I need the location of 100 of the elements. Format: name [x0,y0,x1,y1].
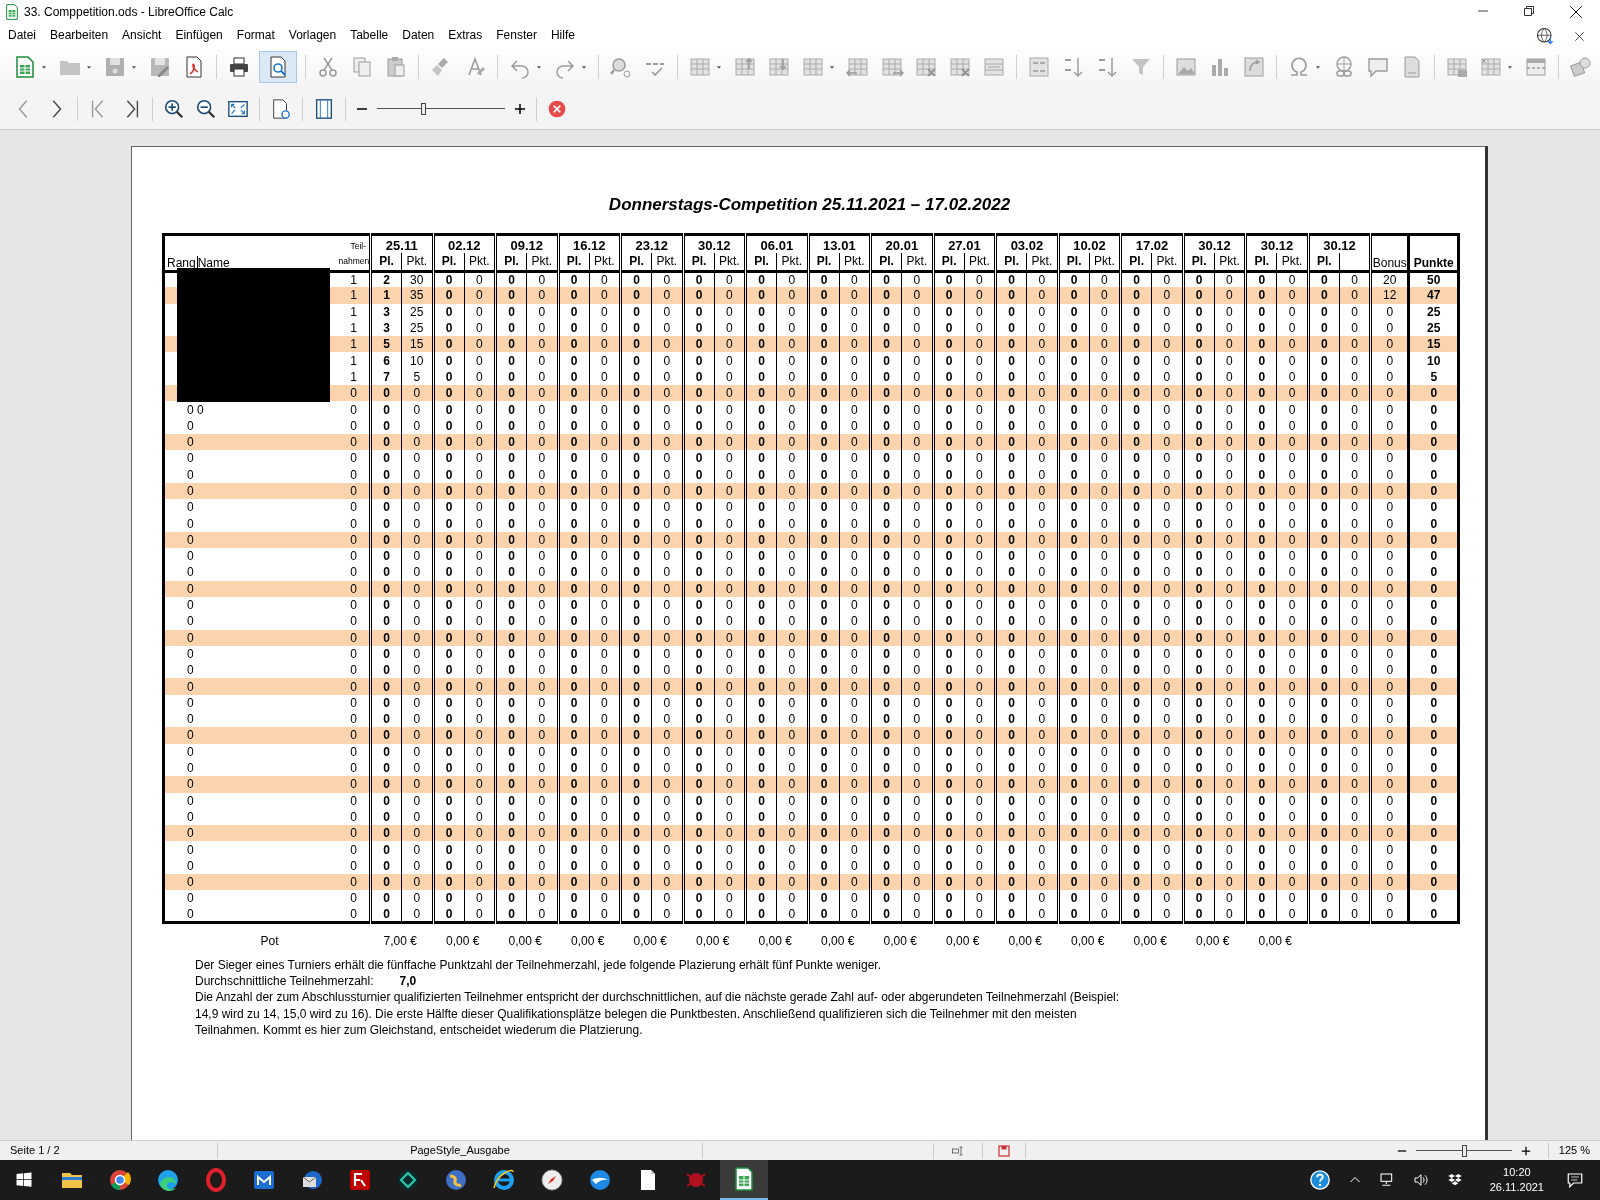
table-cell: 0 [1163,484,1171,498]
table-cell: 0 [633,321,640,336]
document-modified-icon[interactable] [998,1144,1010,1157]
table-cell: 0 [883,451,890,466]
save-icon[interactable] [103,55,127,79]
table-cell: 0 [1163,500,1171,515]
globe-icon[interactable] [1536,27,1554,45]
zoom-in-icon[interactable] [163,97,185,120]
ring-icon[interactable] [204,1168,228,1192]
box-stack-icon[interactable] [1446,1172,1463,1188]
delete-columns-icon[interactable] [948,55,972,79]
globe-icon[interactable] [444,1168,468,1192]
table-cell: 0 [1038,695,1046,710]
table-cell: 10 [410,353,424,368]
close-preview-icon[interactable] [547,98,567,119]
network-icon[interactable] [1378,1172,1395,1188]
table-cell: 0 [758,565,765,580]
table-cell: 0 [976,288,983,303]
menu-item[interactable]: Ansicht [115,26,169,44]
close-icon[interactable] [1574,30,1585,42]
plus-icon[interactable] [1520,1145,1531,1156]
sort-icon[interactable] [1027,55,1051,79]
page-margins-icon[interactable] [313,97,335,120]
spreadsheet-document-icon[interactable] [732,1167,756,1191]
zoom-out-icon[interactable] [195,97,217,120]
insert-rows-below-icon[interactable] [767,55,791,79]
table-cell: 0 [1320,353,1328,368]
table-cell: 0 [600,646,608,661]
notification-icon[interactable] [1566,1171,1584,1189]
table-cell: 0 [945,663,953,678]
table-cell: 0 [1320,712,1328,727]
table-cell: 0 [663,777,671,792]
zoom-slider[interactable] [377,102,505,115]
table-cell: 0 [1038,679,1046,694]
table-cell: 0 [913,288,921,303]
delete-rows-icon[interactable] [914,55,938,79]
menu-item[interactable]: Extras [441,26,490,44]
mail-icon[interactable] [300,1168,324,1192]
menu-item[interactable]: Hilfe [543,26,582,44]
split-window-icon[interactable] [1524,55,1548,79]
save-edit-icon[interactable] [148,55,172,79]
menu-item[interactable]: Fenster [489,26,544,44]
print-preview-button[interactable] [259,51,297,83]
image-icon[interactable] [1174,55,1198,79]
comment-icon[interactable] [1366,55,1390,79]
browser-icon[interactable] [492,1168,516,1192]
print-range-icon[interactable] [1445,55,1469,79]
transfer-icon[interactable] [348,1168,372,1192]
menu-item[interactable]: Bearbeiten [43,26,116,44]
zoom-slider[interactable] [1415,1144,1512,1157]
menu-item[interactable]: Vorlagen [281,26,344,44]
menu-item[interactable]: Tabelle [343,26,396,44]
diamond-icon[interactable] [396,1168,420,1192]
find-replace-icon[interactable] [609,55,633,79]
table-cell: 0 [945,744,953,759]
table-cell: 0 [1351,402,1358,417]
volume-icon[interactable] [1412,1172,1429,1188]
table-cell: 0 [1195,663,1203,678]
insert-column-after-icon[interactable] [880,55,904,79]
swallow-icon[interactable] [588,1168,612,1192]
table-cell: 0 [508,516,515,531]
table-cell: 0 [508,435,515,450]
pivot-table-icon[interactable] [1242,55,1266,79]
table-cell: 0 [883,630,890,645]
insert-rows-above-icon[interactable] [733,55,757,79]
menu-item[interactable]: Format [229,26,282,44]
table-cell: 0 [570,793,578,808]
compass-icon[interactable] [540,1168,564,1192]
new-spreadsheet-icon[interactable] [13,55,37,79]
menu-item[interactable]: Daten [395,26,442,44]
table-cell: 0 [197,402,204,417]
print-icon[interactable] [227,55,251,79]
table-cell: 0 [1258,337,1266,352]
table-cell: 0 [1226,532,1233,547]
menu-item[interactable]: Einfügen [168,26,230,44]
table-cell: 0 [350,467,357,482]
browser-icon[interactable] [108,1168,132,1192]
table-cell: 0 [1288,728,1296,743]
restore-icon[interactable] [1523,5,1535,17]
page-format-icon[interactable] [270,97,292,120]
table-cell: 0 [726,842,733,857]
window-icon[interactable] [252,1168,276,1192]
slider-thumb[interactable] [1461,1144,1467,1157]
start-icon[interactable] [15,1171,33,1189]
insert-column-before-icon[interactable] [846,55,870,79]
cut-icon[interactable] [316,55,340,79]
paste-icon[interactable] [384,55,408,79]
help-icon[interactable] [1308,1169,1331,1191]
browser-icon[interactable] [156,1168,180,1192]
plus-icon[interactable] [514,102,526,115]
slider-thumb[interactable] [421,102,427,115]
menu-item[interactable]: Datei [1,26,43,44]
table-cell: 0 [1258,646,1266,661]
table-cell: 0 [663,304,671,319]
table-cell: 0 [1386,321,1394,336]
table-cell: 0 [1258,369,1266,384]
close-icon[interactable] [1569,5,1583,19]
merge-cells-icon[interactable] [982,55,1006,79]
table-cell: 0 [976,500,983,515]
shapes-icon[interactable] [1569,55,1593,79]
